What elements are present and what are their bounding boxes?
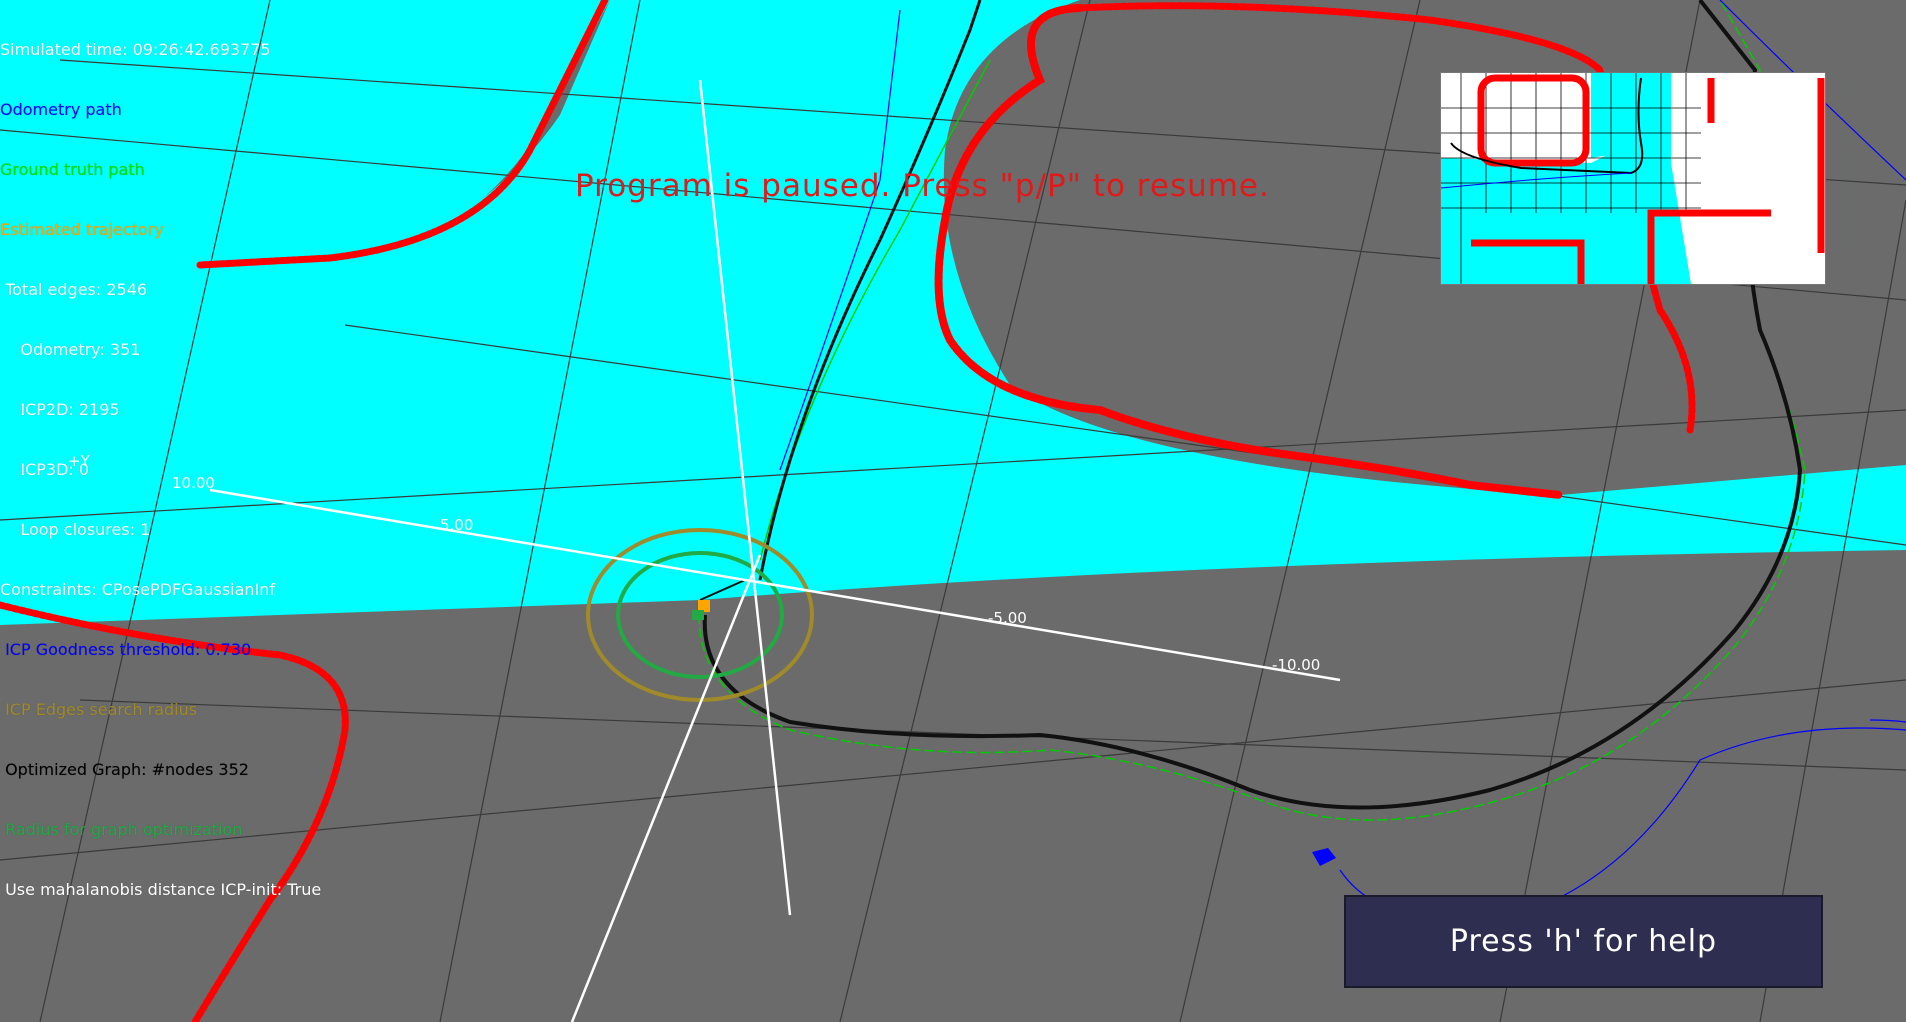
hud-icp2d-count: ICP2D: 2195 [0, 400, 120, 419]
axis-tick-x-neg10: -10.00 [1272, 656, 1320, 674]
paused-message: Program is paused. Press "p/P" to resume… [575, 168, 1270, 204]
minimap [1440, 72, 1826, 285]
minimap-view [1441, 73, 1825, 284]
hud-info-panel: Simulated time: 09:26:42.693775 Odometry… [0, 0, 321, 920]
axis-tick-x-neg5: -5.00 [988, 609, 1027, 627]
axis-tick-y-5: 5.00 [440, 516, 473, 534]
hud-estimated-trajectory: Estimated trajectory [0, 220, 164, 239]
hud-constraints: Constraints: CPosePDFGaussianInf [0, 580, 276, 599]
help-hint-label: Press 'h' for help [1449, 924, 1718, 959]
help-hint-box: Press 'h' for help [1344, 895, 1823, 988]
hud-loop-closures: Loop closures: 1 [0, 520, 151, 539]
hud-icp-edges-radius: ICP Edges search radius [0, 700, 198, 719]
hud-icp3d-count: ICP3D: 0 [0, 460, 90, 479]
hud-ground-truth-path: Ground truth path [0, 160, 145, 179]
hud-icp-goodness: ICP Goodness threshold: 0.730 [0, 640, 252, 659]
hud-total-edges: Total edges: 2546 [0, 280, 148, 299]
hud-mahalanobis: Use mahalanobis distance ICP-init: True [0, 880, 322, 899]
hud-simulated-time: Simulated time: 09:26:42.693775 [0, 40, 271, 59]
hud-odometry-count: Odometry: 351 [0, 340, 141, 359]
hud-odometry-path: Odometry path [0, 100, 122, 119]
hud-optimized-graph: Optimized Graph: #nodes 352 [0, 760, 249, 779]
hud-radius-graph-opt: Radius for graph optimization [0, 820, 243, 839]
